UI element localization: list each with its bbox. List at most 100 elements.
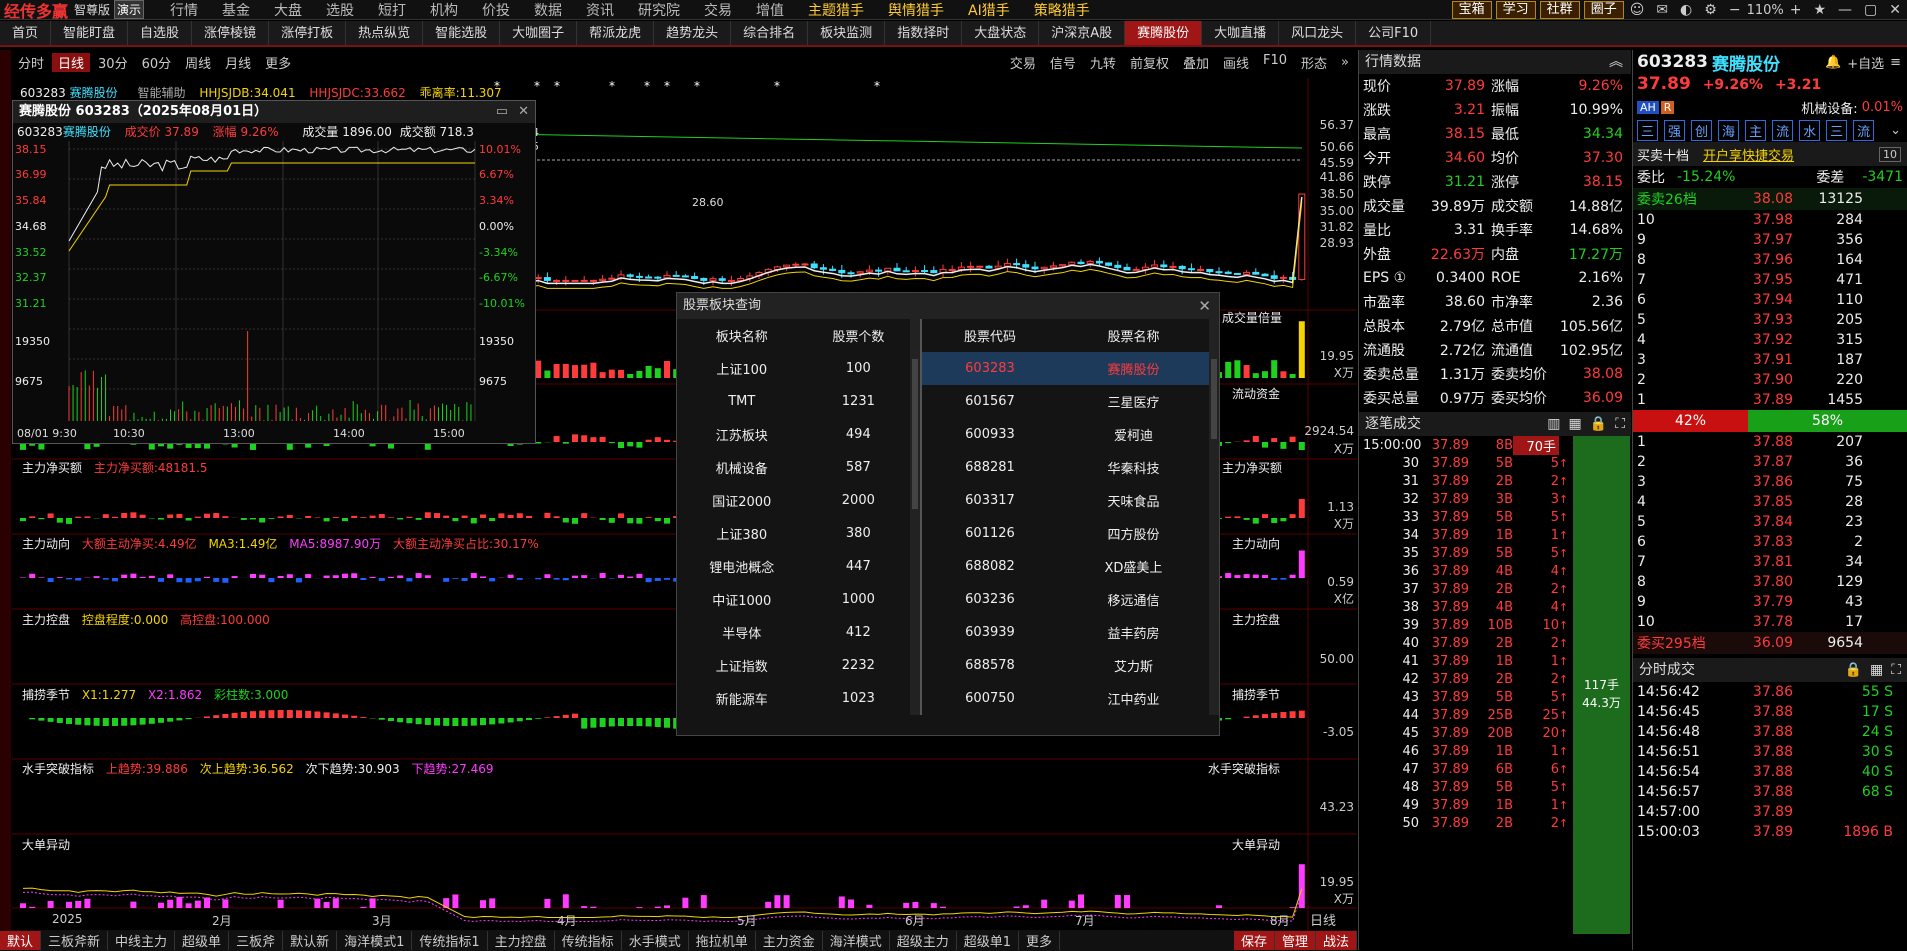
- block-query-dialog[interactable]: 股票板块查询 ✕ 板块名称 股票个数 上证100 100 TMT 1231 江苏板块 494…: [676, 292, 1220, 736]
- tool-button[interactable]: 九转: [1084, 53, 1122, 72]
- stock-row[interactable]: 600933 爱柯迪: [922, 418, 1209, 451]
- menu-item[interactable]: 短打: [378, 0, 406, 20]
- maximize-icon[interactable]: ▢: [1864, 2, 1877, 18]
- ten-level-tab[interactable]: 买卖十档: [1637, 145, 1689, 164]
- feature-tag[interactable]: 强: [1664, 119, 1686, 141]
- buys-level[interactable]: 7 37.81 34: [1633, 552, 1907, 572]
- sells-level[interactable]: 4 37.92 315: [1633, 330, 1907, 350]
- settings-icon[interactable]: ⚙: [1704, 2, 1717, 18]
- sells-level[interactable]: 6 37.94 110: [1633, 290, 1907, 310]
- block-row[interactable]: 上证指数 2232: [677, 649, 910, 682]
- template-button[interactable]: 管理: [1274, 931, 1316, 950]
- stock-row[interactable]: 688578 艾力斯: [922, 649, 1209, 682]
- sells-level[interactable]: 5 37.93 205: [1633, 310, 1907, 330]
- tab-4[interactable]: 涨停打板: [269, 21, 347, 45]
- buys-level[interactable]: 9 37.79 43: [1633, 592, 1907, 612]
- sells-level[interactable]: 7 37.95 471: [1633, 270, 1907, 290]
- tool-button[interactable]: 交易: [1004, 53, 1042, 72]
- left-side-strip[interactable]: [0, 50, 11, 930]
- tab-15[interactable]: 赛腾股份: [1125, 21, 1203, 45]
- user-icon[interactable]: ☺: [1630, 2, 1645, 18]
- top-button[interactable]: 宝箱: [1451, 1, 1492, 19]
- zoom-out-icon[interactable]: −: [1729, 2, 1741, 18]
- pin-icon[interactable]: ★: [1813, 2, 1826, 18]
- template-button[interactable]: 保存: [1233, 931, 1275, 950]
- top-button[interactable]: 圈子: [1583, 1, 1624, 19]
- period-button[interactable]: 30分: [92, 53, 134, 72]
- table-icon[interactable]: ▦: [1569, 412, 1582, 436]
- tab-0[interactable]: 首页: [0, 21, 52, 45]
- menu-item[interactable]: 资讯: [586, 0, 614, 20]
- template-button[interactable]: 水手模式: [622, 931, 689, 950]
- sells-level[interactable]: 10 37.98 284: [1633, 210, 1907, 230]
- lock-icon[interactable]: 🔒: [1845, 658, 1862, 682]
- zoom-in-icon[interactable]: +: [1790, 2, 1802, 18]
- stock-row[interactable]: 688281 华秦科技: [922, 451, 1209, 484]
- tool-button[interactable]: 信号: [1044, 53, 1082, 72]
- block-row[interactable]: 国证2000 2000: [677, 484, 910, 517]
- collapse-icon[interactable]: ︽: [1609, 50, 1623, 74]
- stock-row[interactable]: 601567 三星医疗: [922, 385, 1209, 418]
- period-button[interactable]: 更多: [259, 53, 297, 72]
- buys-level[interactable]: 5 37.84 23: [1633, 512, 1907, 532]
- tab-14[interactable]: 沪深京A股: [1039, 21, 1126, 45]
- feature-tag[interactable]: 海: [1718, 119, 1740, 141]
- tab-16[interactable]: 大咖直播: [1202, 21, 1280, 45]
- tool-button[interactable]: 画线: [1217, 53, 1255, 72]
- block-row[interactable]: 上证380 380: [677, 517, 910, 550]
- buys-level[interactable]: 2 37.87 36: [1633, 452, 1907, 472]
- menu-item[interactable]: 主题猎手: [808, 0, 864, 20]
- block-row[interactable]: TMT 1231: [677, 385, 910, 418]
- stock-row[interactable]: 603236 移远通信: [922, 583, 1209, 616]
- period-button[interactable]: 分时: [12, 53, 50, 72]
- block-row[interactable]: 新能源车 1023: [677, 682, 910, 715]
- lock-icon[interactable]: 🔒: [1590, 412, 1607, 436]
- col-header[interactable]: 板块名称: [677, 319, 807, 352]
- menu-item[interactable]: 机构: [430, 0, 458, 20]
- menu-item[interactable]: 价投: [482, 0, 510, 20]
- popout-icon[interactable]: ⛶: [1615, 412, 1625, 436]
- buys-level[interactable]: 1 37.88 207: [1633, 432, 1907, 452]
- menu-item[interactable]: 交易: [704, 0, 732, 20]
- open-account-link[interactable]: 开户享快捷交易: [1703, 145, 1794, 164]
- table-icon[interactable]: ▦: [1870, 658, 1883, 682]
- menu-item[interactable]: 研究院: [638, 0, 680, 20]
- template-button[interactable]: 超级主力: [890, 931, 957, 950]
- stock-row[interactable]: 600750 江中药业: [922, 682, 1209, 715]
- tab-6[interactable]: 智能选股: [423, 21, 501, 45]
- restore-icon[interactable]: ▭: [496, 101, 508, 123]
- tab-9[interactable]: 趋势龙头: [654, 21, 732, 45]
- menu-item[interactable]: 策略猎手: [1034, 0, 1090, 20]
- col-header[interactable]: 股票名称: [1058, 319, 1209, 352]
- block-row[interactable]: 江苏板块 494: [677, 418, 910, 451]
- feature-tag[interactable]: 主: [1745, 119, 1767, 141]
- template-button[interactable]: 超级单: [175, 931, 230, 950]
- bell-icon[interactable]: 🔔: [1825, 55, 1841, 70]
- menu-item[interactable]: 大盘: [274, 0, 302, 20]
- top-button[interactable]: 学习: [1495, 1, 1536, 19]
- stock-row[interactable]: 603317 天味食品: [922, 484, 1209, 517]
- period-button[interactable]: 月线: [219, 53, 257, 72]
- menu-icon[interactable]: ≡: [1890, 55, 1901, 70]
- buys-level[interactable]: 3 37.86 75: [1633, 472, 1907, 492]
- message-icon[interactable]: ✉: [1656, 2, 1668, 18]
- tab-13[interactable]: 大盘状态: [962, 21, 1040, 45]
- tab-3[interactable]: 涨停棱镜: [192, 21, 270, 45]
- close-icon[interactable]: ✕: [1889, 2, 1901, 18]
- menu-item[interactable]: 基金: [222, 0, 250, 20]
- template-button[interactable]: 海洋模式1: [337, 931, 413, 950]
- tab-1[interactable]: 智能盯盘: [51, 21, 129, 45]
- scrollbar[interactable]: [1209, 319, 1220, 715]
- block-row[interactable]: 上证100 100: [677, 352, 910, 385]
- menu-item[interactable]: 舆情猎手: [888, 0, 944, 20]
- tab-11[interactable]: 板块监测: [808, 21, 886, 45]
- template-button[interactable]: 更多: [1019, 931, 1061, 950]
- template-button[interactable]: 三板斧: [229, 931, 284, 950]
- tab-18[interactable]: 公司F10: [1356, 21, 1432, 45]
- feature-tag[interactable]: 创: [1691, 119, 1713, 141]
- template-button[interactable]: 主力资金: [756, 931, 823, 950]
- block-row[interactable]: 半导体 412: [677, 616, 910, 649]
- tool-button[interactable]: 叠加: [1177, 53, 1215, 72]
- feature-tag[interactable]: 流: [1853, 119, 1875, 141]
- template-button[interactable]: 中线主力: [108, 931, 176, 950]
